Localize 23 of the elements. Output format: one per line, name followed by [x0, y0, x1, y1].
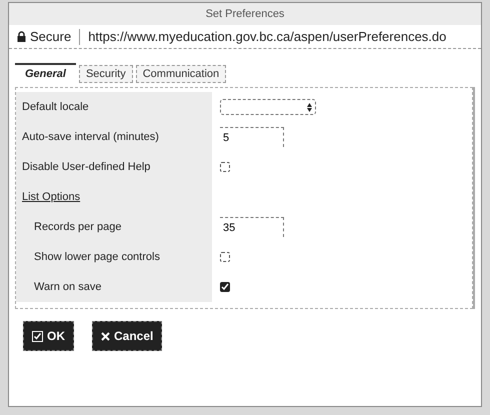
- section-heading: List Options: [22, 190, 80, 205]
- ok-button[interactable]: OK: [23, 321, 74, 351]
- input-field[interactable]: 35: [220, 217, 284, 237]
- url-text[interactable]: https://www.myeducation.gov.bc.ca/aspen/userPreferences.do: [88, 26, 446, 46]
- field-label: Records per page: [34, 220, 122, 235]
- tab[interactable]: Communication: [136, 65, 226, 83]
- checkbox[interactable]: [220, 252, 230, 262]
- field-label: Disable User-defined Help: [22, 160, 150, 175]
- tab[interactable]: Security: [78, 65, 133, 83]
- window-title: Set Preferences: [206, 6, 284, 22]
- security-label: Secure: [30, 28, 72, 46]
- updown-arrow-icon: [307, 102, 312, 112]
- locale-dropdown[interactable]: [220, 99, 316, 115]
- field-label: Warn on save: [34, 280, 102, 295]
- lock-icon: [17, 31, 26, 42]
- field-label: Default locale: [22, 100, 89, 115]
- field-label: Show lower page controls: [34, 250, 160, 265]
- check-icon: [32, 330, 43, 342]
- field-label: Auto-save interval (minutes): [22, 130, 159, 145]
- checkbox[interactable]: [220, 162, 230, 172]
- close-icon: [101, 332, 110, 340]
- cancel-button[interactable]: Cancel: [92, 321, 162, 351]
- input-field[interactable]: 5: [220, 127, 284, 147]
